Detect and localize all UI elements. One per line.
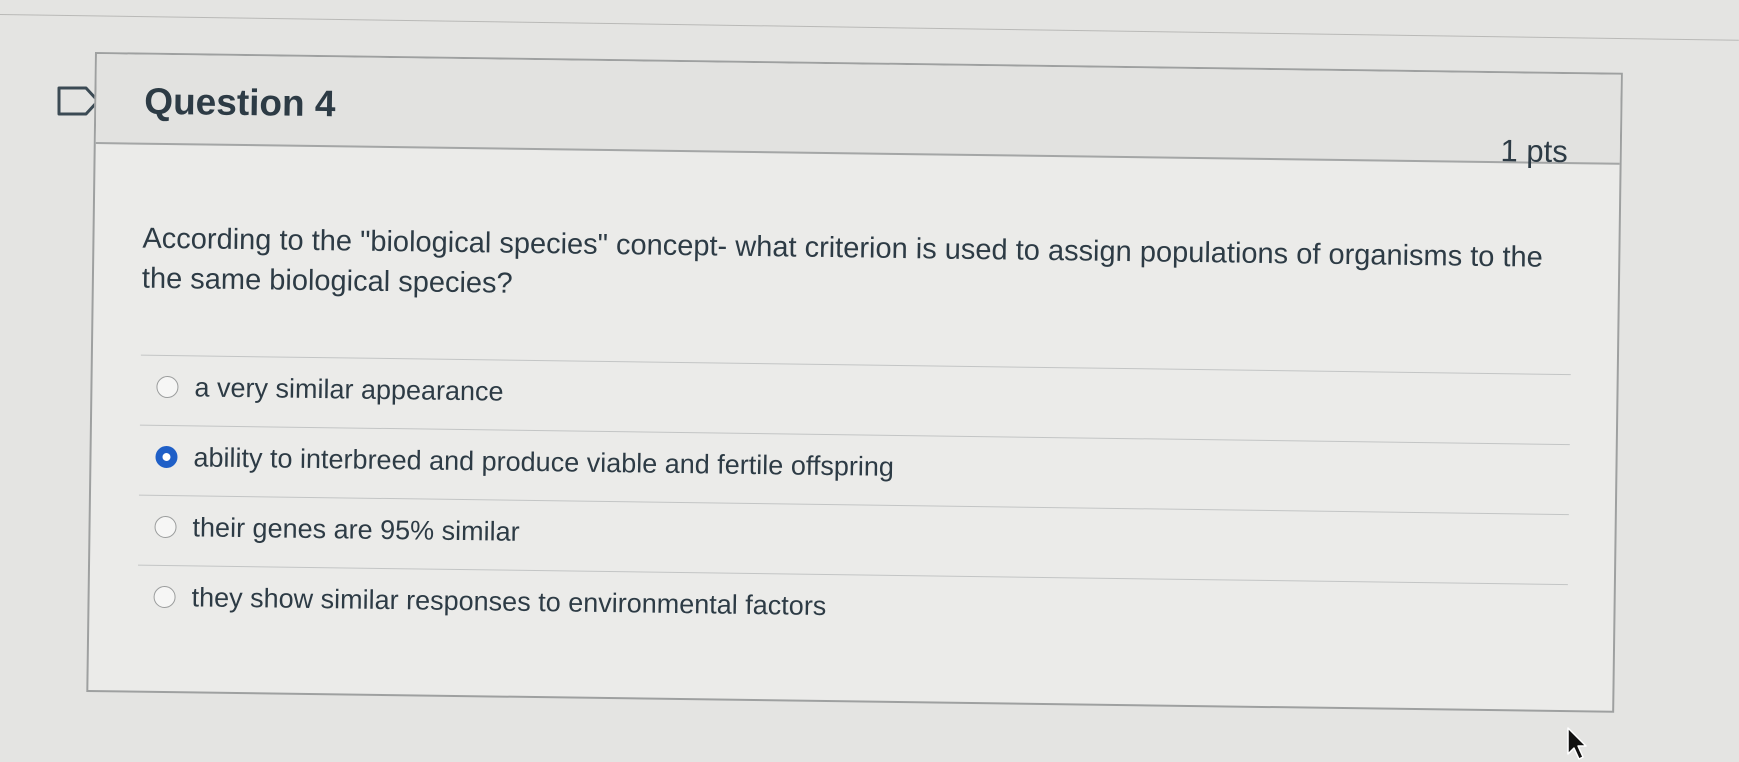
question-title: Question 4 (144, 80, 336, 125)
answer-label[interactable]: ability to interbreed and produce viable… (193, 440, 894, 484)
question-text: According to the "biological species" co… (141, 222, 1544, 300)
page-divider (0, 14, 1739, 41)
radio-button[interactable] (154, 515, 177, 539)
question-wrapper: Question 4 1 pts According to the "biolo… (86, 52, 1635, 725)
question-card: Question 4 1 pts According to the "biolo… (86, 52, 1623, 713)
mouse-pointer-icon (1567, 727, 1587, 760)
radio-button-selected[interactable] (155, 445, 178, 469)
radio-button[interactable] (156, 375, 179, 399)
answer-label[interactable]: their genes are 95% similar (192, 510, 520, 548)
answer-label[interactable]: a very similar appearance (194, 370, 504, 408)
answer-label[interactable]: they show similar responses to environme… (191, 580, 826, 623)
question-header: Question 4 1 pts (95, 54, 1621, 169)
answer-list: a very similar appearance ability to int… (137, 354, 1571, 655)
radio-button[interactable] (153, 585, 176, 609)
question-points: 1 pts (1500, 133, 1569, 170)
